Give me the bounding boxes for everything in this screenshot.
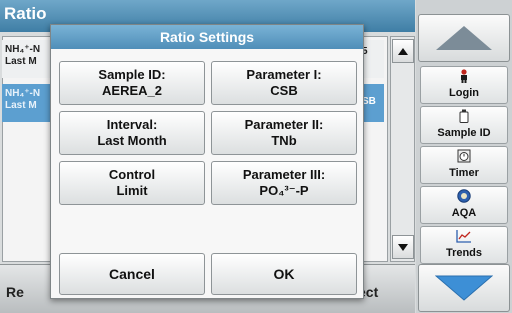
parameter-3-button[interactable]: Parameter III: PO₄³⁻-P xyxy=(211,161,357,205)
parameter-3-value: PO₄³⁻-P xyxy=(259,183,309,198)
parameter-2-label: Parameter II: xyxy=(244,117,324,132)
list-item-value: SB xyxy=(362,96,376,107)
sample-id-setting-value: AEREA_2 xyxy=(102,83,162,98)
parameter-1-label: Parameter I: xyxy=(246,67,322,82)
aqa-icon xyxy=(421,189,507,207)
ratio-settings-dialog: Ratio Settings Sample ID: AEREA_2 Parame… xyxy=(50,24,364,299)
arrow-up-icon xyxy=(436,26,492,50)
page-up-button[interactable] xyxy=(418,14,510,62)
login-button[interactable]: Login xyxy=(420,66,508,104)
timer-button[interactable]: Timer xyxy=(420,146,508,184)
interval-button[interactable]: Interval: Last Month xyxy=(59,111,205,155)
page-down-button[interactable] xyxy=(418,264,510,312)
parameter-1-button[interactable]: Parameter I: CSB xyxy=(211,61,357,105)
list-scrollbar[interactable] xyxy=(390,36,415,262)
scroll-up-button[interactable] xyxy=(392,39,414,63)
triangle-down-icon xyxy=(398,243,408,251)
interval-label: Interval: xyxy=(106,117,158,132)
parameter-2-button[interactable]: Parameter II: TNb xyxy=(211,111,357,155)
interval-value: Last Month xyxy=(97,133,167,148)
sample-id-setting-label: Sample ID: xyxy=(98,67,166,82)
bottom-left-button-label[interactable]: Re xyxy=(6,284,24,300)
aqa-button[interactable]: AQA xyxy=(420,186,508,224)
control-limit-button[interactable]: Control Limit xyxy=(59,161,205,205)
ok-button[interactable]: OK xyxy=(211,253,357,295)
sample-id-setting-button[interactable]: Sample ID: AEREA_2 xyxy=(59,61,205,105)
arrow-down-icon xyxy=(435,275,493,301)
trends-label: Trends xyxy=(445,247,483,259)
aqa-label: AQA xyxy=(451,207,477,219)
sample-bottle-icon xyxy=(421,109,507,127)
parameter-3-label: Parameter III: xyxy=(242,167,326,182)
sample-id-label: Sample ID xyxy=(437,127,491,139)
control-limit-line2: Limit xyxy=(116,183,148,198)
trends-button[interactable]: Trends xyxy=(420,226,508,264)
stopwatch-icon xyxy=(421,149,507,167)
sidebar: Login Sample ID Timer AQA Trends xyxy=(416,0,512,313)
dialog-title: Ratio Settings xyxy=(51,25,363,49)
screen-title: Ratio xyxy=(4,4,47,23)
cancel-button[interactable]: Cancel xyxy=(59,253,205,295)
timer-label: Timer xyxy=(449,167,479,179)
instrument-screen: Ratio NH₄⁺-N Last M 5 NH₄⁺-N Last M SB R… xyxy=(0,0,512,313)
login-label: Login xyxy=(449,87,479,99)
parameter-1-value: CSB xyxy=(270,83,298,98)
control-limit-line1: Control xyxy=(108,167,156,182)
parameter-2-value: TNb xyxy=(271,133,297,148)
trend-chart-icon xyxy=(421,229,507,247)
person-icon xyxy=(421,69,507,87)
triangle-up-icon xyxy=(398,47,408,55)
scroll-down-button[interactable] xyxy=(392,235,414,259)
sample-id-button[interactable]: Sample ID xyxy=(420,106,508,144)
